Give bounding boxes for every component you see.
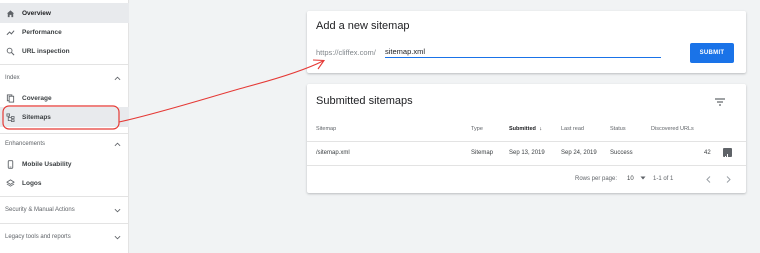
cell-last-read: Sep 24, 2019 [561,150,597,156]
section-index[interactable]: Index [0,70,129,86]
column-header-sitemap[interactable]: Sitemap [316,126,336,132]
sidebar-item-label: Sitemaps [22,113,51,121]
page-range: 1-1 of 1 [653,176,674,182]
sidebar-item-performance[interactable]: Performance [0,22,129,42]
chevron-down-icon [114,235,121,239]
sidebar-item-label: Logos [22,179,42,187]
phone-icon [5,159,15,169]
sitemap-url-input[interactable] [385,46,661,58]
sidebar-item-label: Performance [22,28,62,36]
section-legacy[interactable]: Legacy tools and reports [0,229,129,245]
sidebar-item-url-inspection[interactable]: URL inspection [0,41,129,61]
card-title: Submitted sitemaps [316,95,413,107]
divider [307,165,746,166]
search-icon [5,46,15,56]
report-icon[interactable] [723,148,732,159]
sidebar: Overview Performance URL inspection Inde… [0,0,129,253]
add-sitemap-card: Add a new sitemap https://cliffex.com/ S… [307,11,746,73]
section-title: Security & Manual Actions [5,207,75,213]
annotation-arrow [118,60,324,123]
sidebar-item-coverage[interactable]: Coverage [0,88,129,108]
sidebar-item-label: Coverage [22,94,52,102]
sitemap-icon [5,112,15,122]
chevron-up-icon [114,76,121,80]
chevron-left-icon[interactable] [706,176,711,183]
sidebar-item-label: URL inspection [22,47,70,55]
sidebar-item-label: Mobile Usability [22,160,72,168]
trending-icon [5,27,15,37]
column-header-type[interactable]: Type [471,126,483,132]
sidebar-item-mobile-usability[interactable]: Mobile Usability [0,154,129,174]
divider [307,141,746,142]
cell-discovered-urls: 42 [704,150,711,156]
section-title: Legacy tools and reports [5,234,71,240]
chevron-right-icon[interactable] [726,176,731,183]
rows-per-page-select[interactable]: 10 [627,176,646,182]
sidebar-item-label: Overview [22,9,51,17]
cell-submitted: Sep 13, 2019 [509,150,545,156]
section-title: Index [5,75,20,81]
column-header-last-read[interactable]: Last read [561,126,584,132]
filter-icon[interactable] [714,97,726,107]
chevron-up-icon [114,142,121,146]
section-security[interactable]: Security & Manual Actions [0,202,129,218]
cell-status: Success [610,150,633,156]
column-header-label: Submitted [509,126,536,132]
rows-per-page-label: Rows per page: [575,176,618,182]
cell-type: Sitemap [471,150,494,156]
chevron-down-icon [114,208,121,212]
home-icon [5,8,15,18]
divider [0,223,128,224]
url-prefix: https://cliffex.com/ [316,48,376,57]
cell-sitemap: /sitemap.xml [316,150,350,156]
logo-icon [5,178,15,188]
submitted-sitemaps-card: Submitted sitemaps Sitemap Type Submitte… [307,84,746,193]
divider [0,196,128,197]
submit-button[interactable]: SUBMIT [690,43,734,63]
column-header-status[interactable]: Status [610,126,626,132]
divider [0,133,128,134]
section-enhancements[interactable]: Enhancements [0,136,129,152]
divider [0,64,128,65]
dropdown-arrow-icon [640,176,646,180]
rows-per-page-value: 10 [627,176,634,182]
sidebar-item-logos[interactable]: Logos [0,173,129,193]
sort-arrow-icon: ↓ [539,126,543,132]
column-header-submitted[interactable]: Submitted ↓ [509,126,542,132]
coverage-icon [5,93,15,103]
sidebar-item-sitemaps[interactable]: Sitemaps [0,107,129,127]
sidebar-item-overview[interactable]: Overview [0,3,129,23]
section-title: Enhancements [5,141,46,147]
column-header-discovered-urls[interactable]: Discovered URLs [651,126,694,132]
card-title: Add a new sitemap [316,20,410,32]
